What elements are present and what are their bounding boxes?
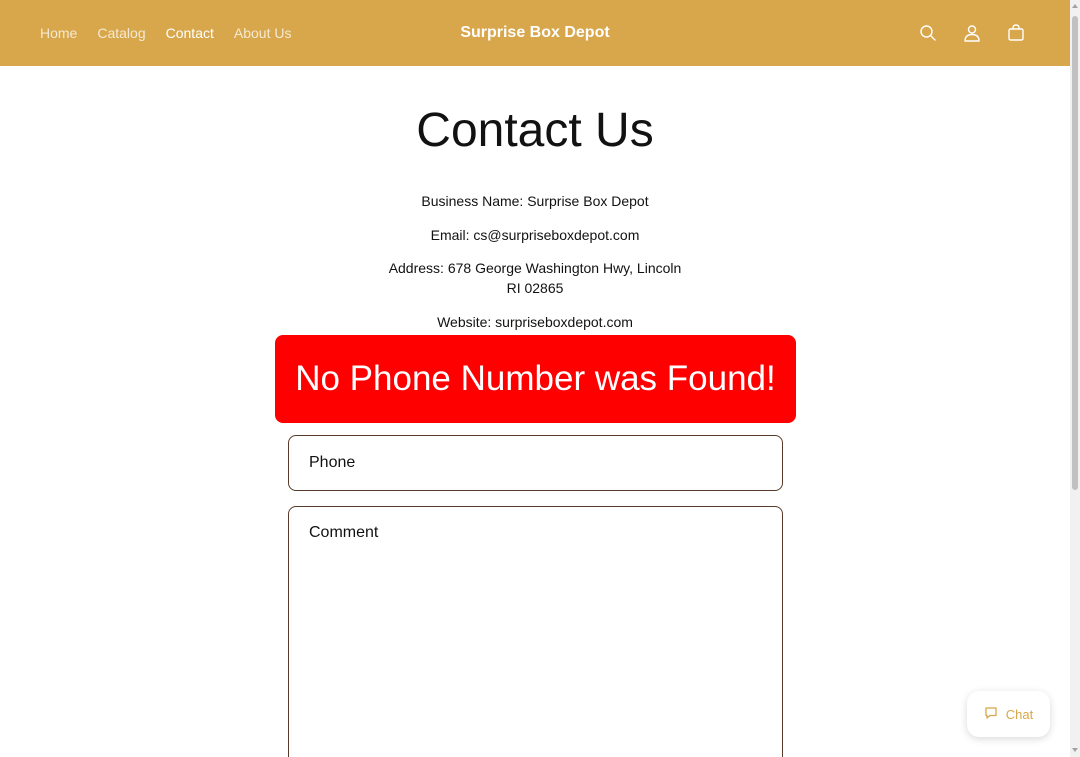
scroll-down-arrow-icon[interactable]: [1072, 748, 1078, 752]
nav-link-about-us[interactable]: About Us: [234, 25, 292, 41]
main-nav: Home Catalog Contact About Us: [40, 0, 291, 66]
page-title: Contact Us: [416, 104, 654, 157]
page: Home Catalog Contact About Us Surprise B…: [0, 0, 1070, 757]
chat-label: Chat: [1005, 706, 1034, 722]
chat-bubble-icon: [984, 706, 998, 723]
comment-textarea[interactable]: [288, 506, 783, 757]
no-phone-alert: No Phone Number was Found!: [275, 335, 796, 423]
address-text: Address: 678 George Washington Hwy, Linc…: [0, 258, 1070, 298]
chat-button[interactable]: Chat: [967, 691, 1050, 737]
phone-input[interactable]: [288, 435, 783, 491]
scroll-thumb[interactable]: [1072, 16, 1078, 490]
search-icon[interactable]: [916, 21, 940, 45]
site-header: Home Catalog Contact About Us Surprise B…: [0, 0, 1070, 66]
scroll-up-arrow-icon[interactable]: [1072, 4, 1078, 8]
brand-logo-text[interactable]: Surprise Box Depot: [460, 24, 609, 41]
business-name-text: Business Name: Surprise Box Depot: [421, 193, 649, 209]
address-line-1: Address: 678 George Washington Hwy, Linc…: [388, 260, 682, 276]
website-text: Website: surpriseboxdepot.com: [437, 314, 633, 330]
address-line-2: RI 02865: [506, 280, 564, 296]
page-scrollbar[interactable]: [1070, 0, 1080, 757]
email-text: Email: cs@surpriseboxdepot.com: [430, 227, 640, 243]
nav-link-contact[interactable]: Contact: [166, 25, 214, 41]
header-icons: [916, 0, 1028, 66]
nav-link-home[interactable]: Home: [40, 25, 77, 41]
cart-icon[interactable]: [1004, 21, 1028, 45]
nav-link-catalog[interactable]: Catalog: [97, 25, 145, 41]
account-icon[interactable]: [960, 21, 984, 45]
